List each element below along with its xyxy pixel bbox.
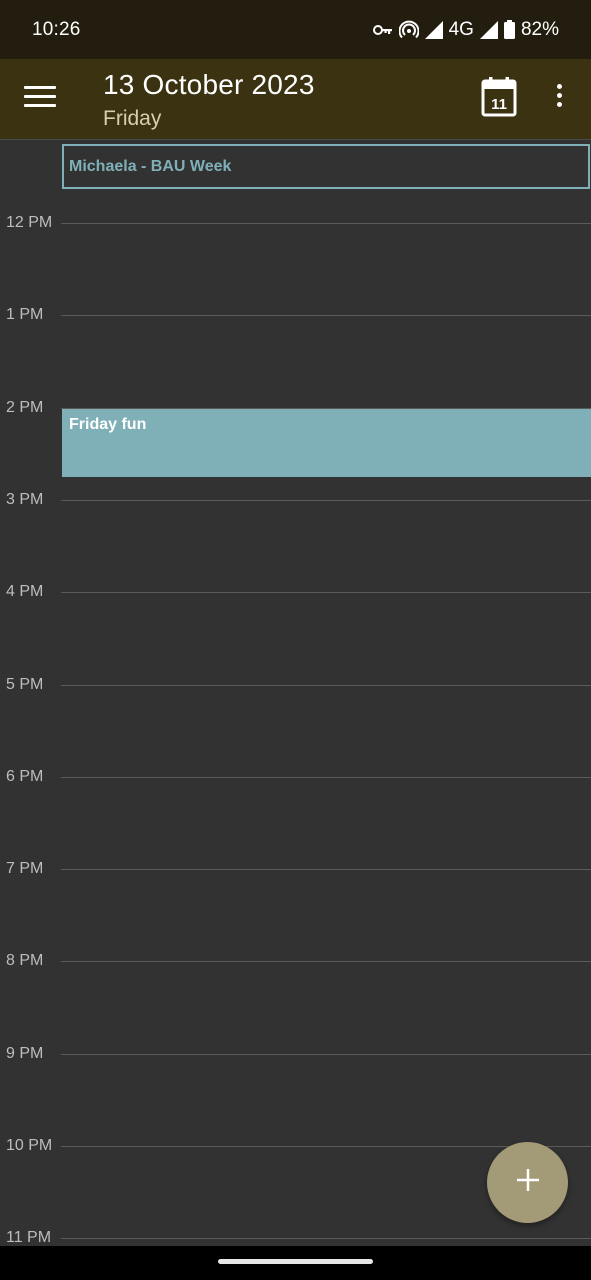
hour-label: 1 PM: [6, 306, 44, 324]
home-gesture-handle[interactable]: [218, 1259, 373, 1264]
hour-label: 9 PM: [6, 1044, 44, 1062]
hour-divider: [61, 499, 591, 501]
day-grid[interactable]: Michaela - BAU Week 12 PM 1 PM 2 PM 3 PM 4 P…: [0, 141, 591, 1246]
battery-percent: 82%: [520, 18, 559, 40]
hour-divider: [61, 315, 591, 317]
hour-label: 7 PM: [6, 860, 44, 878]
more-vert-icon[interactable]: [551, 84, 567, 116]
hour-label: 10 PM: [6, 1137, 53, 1154]
hour-label: 4 PM: [6, 583, 44, 601]
signal-icon: [424, 20, 443, 39]
status-bar: 10:26 4G 82%: [0, 0, 591, 59]
hour-divider: [61, 1238, 591, 1240]
page-title: 13 October 2023: [103, 69, 315, 100]
network-type: 4G: [448, 18, 474, 40]
add-icon: [516, 1168, 540, 1197]
page-subtitle: Friday: [103, 107, 162, 130]
hour-label: 3 PM: [6, 490, 44, 508]
app-bar: 13 October 2023 Friday 11: [0, 59, 591, 140]
hour-divider: [61, 592, 591, 594]
vpn-key-icon: [372, 23, 393, 37]
hour-divider: [61, 961, 591, 963]
hotspot-icon: [398, 20, 419, 40]
hour-divider: [61, 684, 591, 686]
hour-divider: [61, 223, 591, 224]
all-day-event[interactable]: Michaela - BAU Week: [62, 144, 590, 189]
hour-divider: [61, 869, 591, 871]
hour-label: 12 PM: [6, 214, 53, 231]
hour-label: 2 PM: [6, 398, 44, 416]
navigation-bar: [0, 1246, 591, 1280]
hour-label: 6 PM: [6, 767, 44, 785]
hour-label: 8 PM: [6, 952, 44, 970]
hour-divider: [61, 776, 591, 778]
hour-label: 5 PM: [6, 675, 44, 693]
hour-divider: [61, 1053, 591, 1055]
calendar-today-icon[interactable]: 11: [481, 77, 517, 117]
hour-label: 11 PM: [6, 1229, 52, 1246]
add-event-button[interactable]: [487, 1142, 568, 1223]
status-time: 10:26: [32, 18, 81, 40]
signal-icon: [479, 20, 498, 39]
today-day-number: 11: [491, 96, 507, 113]
event-block[interactable]: Friday fun: [62, 409, 591, 477]
status-icons: 4G 82%: [372, 18, 559, 41]
battery-icon: [503, 20, 515, 39]
menu-icon[interactable]: [24, 86, 56, 112]
